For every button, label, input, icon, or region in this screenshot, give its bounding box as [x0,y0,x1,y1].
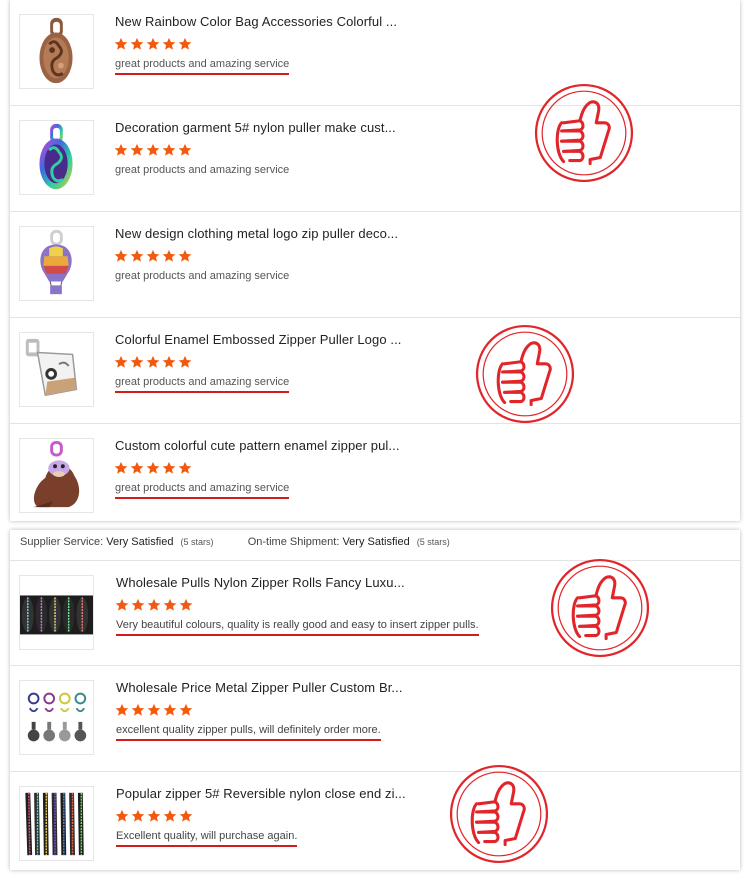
product-image-rainbow-puller[interactable] [19,120,94,195]
star-icon [162,355,176,368]
star-icon [178,37,192,50]
star-icon [130,37,144,50]
list-item: Wholesale Price Metal Zipper Puller Cust… [10,666,740,772]
review-text: Very beautiful colours, quality is reall… [116,619,479,636]
supplier-service-value: Very Satisfied [106,536,174,548]
product-title[interactable]: Custom colorful cute pattern enamel zipp… [115,438,400,453]
rating-stars [114,37,192,51]
star-icon [146,37,160,50]
star-icon [146,143,160,156]
product-image-zipper-rolls[interactable] [19,575,94,650]
star-icon [178,143,192,156]
star-icon [130,461,144,474]
star-icon [178,461,192,474]
rating-stars [115,703,193,717]
rating-stars [114,143,192,157]
review-text: excellent quality zipper pulls, will def… [116,724,381,741]
product-title[interactable]: New Rainbow Color Bag Accessories Colorf… [115,14,397,29]
star-icon [146,461,160,474]
review-text: great products and amazing service [115,482,290,499]
star-icon [130,355,144,368]
supplier-service-label: Supplier Service: [20,536,104,548]
product-title[interactable]: Wholesale Pulls Nylon Zipper Rolls Fancy… [116,575,405,590]
rating-stars [115,598,193,612]
star-icon [115,598,129,611]
product-image-metal-pullers[interactable] [19,680,94,755]
product-title[interactable]: Colorful Enamel Embossed Zipper Puller L… [115,332,402,347]
star-icon [131,809,145,822]
product-title[interactable]: Decoration garment 5# nylon puller make … [115,120,396,135]
star-icon [114,355,128,368]
star-icon [131,598,145,611]
star-icon [162,143,176,156]
reviews-card: New Rainbow Color Bag Accessories Colorf… [10,0,740,521]
product-title[interactable]: Wholesale Price Metal Zipper Puller Cust… [116,680,403,695]
list-item: New design clothing metal logo zip pulle… [10,212,740,318]
supplier-service-stars: (5 stars) [180,537,214,547]
service-summary: Supplier Service: Very Satisfied (5 star… [20,536,450,548]
thumbs-up-stamp-icon [550,558,650,658]
shipment-label: On-time Shipment: [247,536,340,548]
rating-stars [115,809,193,823]
shipment-value: Very Satisfied [342,536,410,548]
list-item: Popular zipper 5# Reversible nylon close… [10,772,740,870]
star-icon [178,355,192,368]
product-image-nylon-zippers[interactable] [19,786,94,861]
review-text: great products and amazing service [115,164,290,176]
review-text: great products and amazing service [115,376,290,393]
review-text: Excellent quality, will purchase again. [116,830,298,847]
thumbs-up-stamp-icon [449,764,549,864]
star-icon [179,809,193,822]
star-icon [130,249,144,262]
product-title[interactable]: Popular zipper 5# Reversible nylon close… [116,786,406,801]
thumbs-up-stamp-icon [475,324,575,424]
star-icon [163,809,177,822]
star-icon [147,809,161,822]
star-icon [162,249,176,262]
star-icon [178,249,192,262]
star-icon [146,355,160,368]
star-icon [115,809,129,822]
star-icon [162,461,176,474]
star-icon [147,598,161,611]
star-icon [114,249,128,262]
product-image-balloon-puller[interactable] [19,226,94,301]
thumbs-up-stamp-icon [534,83,634,183]
star-icon [114,143,128,156]
list-item: Colorful Enamel Embossed Zipper Puller L… [10,318,740,424]
rating-stars [114,461,192,475]
star-icon [179,703,193,716]
star-icon [162,37,176,50]
product-image-walrus-puller[interactable] [19,438,94,513]
product-image-enamel-tag-puller[interactable] [19,332,94,407]
star-icon [163,703,177,716]
product-image-bronze-puller[interactable] [19,14,94,89]
review-text: great products and amazing service [115,270,290,282]
star-icon [147,703,161,716]
star-icon [130,143,144,156]
product-title[interactable]: New design clothing metal logo zip pulle… [115,226,398,241]
list-item: Custom colorful cute pattern enamel zipp… [10,424,740,521]
star-icon [179,598,193,611]
star-icon [131,703,145,716]
review-text: great products and amazing service [115,58,290,75]
star-icon [163,598,177,611]
rating-stars [114,249,192,263]
star-icon [115,703,129,716]
shipment-stars: (5 stars) [416,537,450,547]
rating-stars [114,355,192,369]
star-icon [146,249,160,262]
star-icon [114,461,128,474]
star-icon [114,37,128,50]
